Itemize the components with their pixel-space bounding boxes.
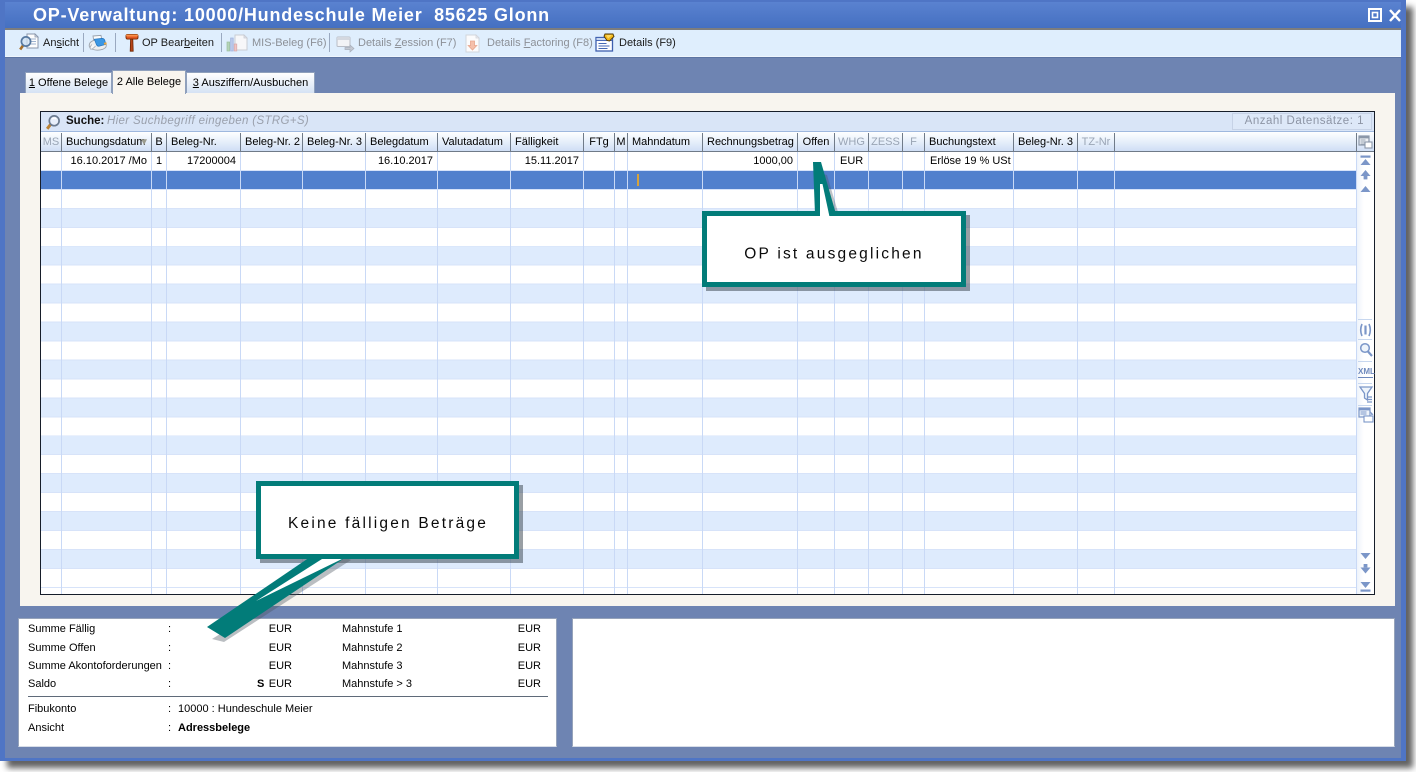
svg-text:OP ist ausgeglichen: OP ist ausgeglichen: [744, 246, 923, 263]
svg-text:Keine fälligen Beträge: Keine fälligen Beträge: [288, 515, 488, 532]
